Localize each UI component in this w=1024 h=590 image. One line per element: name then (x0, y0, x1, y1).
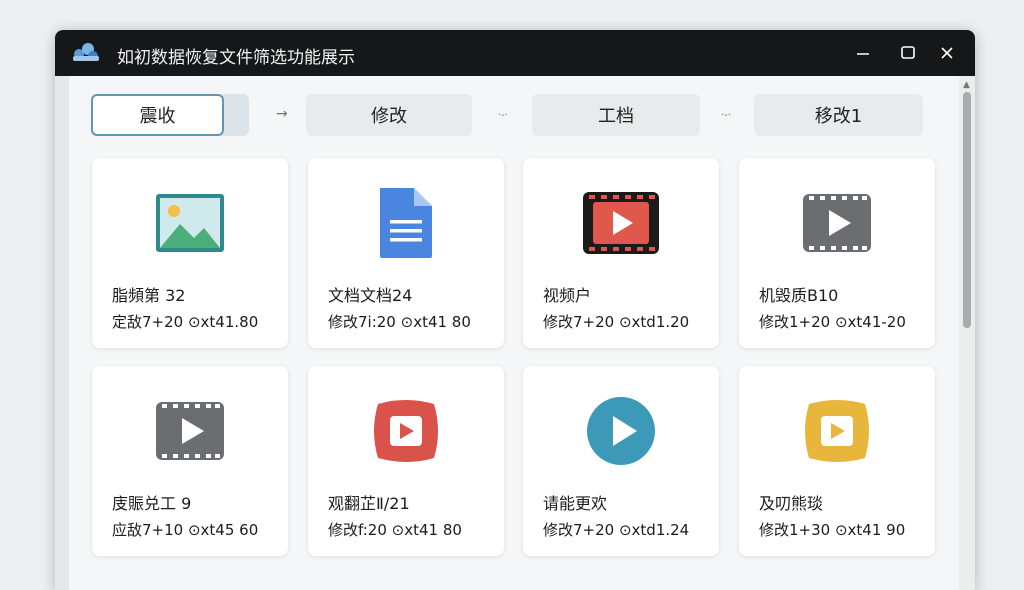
app-window: 如初数据恢复文件筛选功能展示 震收 → 修改 ·-· 工档 ·-· 移改1 脂頻… (55, 30, 975, 590)
file-meta: 修改1+30 ⊙xt41 90 (759, 521, 906, 539)
title-bar[interactable]: 如初数据恢复文件筛选功能展示 (55, 30, 975, 76)
active-tab-tail (221, 94, 249, 136)
close-button[interactable] (932, 38, 962, 68)
file-card[interactable]: 请能更欢 修改7+20 ⊙xtd1.24 (523, 366, 719, 556)
vertical-scrollbar[interactable]: ▲ (959, 76, 975, 590)
tab-separator-dots: ·-· (721, 110, 731, 121)
file-name: 机毁质B10 (759, 286, 839, 305)
file-name: 脂頻第 32 (112, 286, 186, 305)
file-name: 庋賑兑工 9 (112, 494, 192, 513)
maximize-button[interactable] (893, 38, 923, 68)
scroll-thumb[interactable] (963, 92, 971, 328)
file-card[interactable]: 及叨熊琰 修改1+30 ⊙xt41 90 (739, 366, 935, 556)
tab-2[interactable]: 工档 (532, 94, 700, 136)
file-meta: 修改f:20 ⊙xt41 80 (328, 521, 462, 539)
window-title: 如初数据恢复文件筛选功能展示 (117, 48, 355, 68)
file-meta: 应敌7+10 ⊙xt45 60 (112, 521, 259, 539)
file-meta: 修改1+20 ⊙xt41-20 (759, 313, 906, 331)
file-name: 视频户 (543, 286, 592, 305)
file-name: 及叨熊琰 (759, 494, 824, 513)
tab-0[interactable]: 震收 (91, 94, 224, 136)
file-name: 观翻芷Ⅱ/21 (328, 494, 410, 513)
file-card[interactable]: 视频户 修改7+20 ⊙xtd1.20 (523, 158, 719, 348)
file-name: 请能更欢 (543, 494, 608, 513)
video-file-gray-icon (803, 194, 871, 252)
file-meta: 修改7+20 ⊙xtd1.20 (543, 313, 690, 331)
window-left-edge (55, 76, 69, 590)
video-badge-yellow-icon (805, 400, 869, 462)
app-logo-icon (73, 43, 99, 61)
minimize-icon (857, 53, 869, 55)
maximize-icon (901, 46, 915, 59)
file-meta: 定敌7+20 ⊙xt41.80 (112, 313, 259, 331)
tab-3[interactable]: 移改1 (754, 94, 923, 136)
video-badge-red-icon (374, 400, 438, 462)
video-file-gray-icon (156, 402, 224, 460)
minimize-button[interactable] (848, 38, 878, 68)
tab-separator-arrow: → (276, 106, 288, 122)
file-card[interactable]: 文档文档24 修改7i:20 ⊙xt41 80 (308, 158, 504, 348)
video-file-red-icon (583, 192, 659, 254)
file-card[interactable]: 观翻芷Ⅱ/21 修改f:20 ⊙xt41 80 (308, 366, 504, 556)
file-card[interactable]: 机毁质B10 修改1+20 ⊙xt41-20 (739, 158, 935, 348)
filter-tabs: 震收 → 修改 ·-· 工档 ·-· 移改1 (55, 94, 955, 140)
file-meta: 修改7+20 ⊙xtd1.24 (543, 521, 690, 539)
file-card[interactable]: 庋賑兑工 9 应敌7+10 ⊙xt45 60 (92, 366, 288, 556)
file-meta: 修改7i:20 ⊙xt41 80 (328, 313, 471, 331)
document-file-icon (380, 188, 432, 258)
tab-separator-dots: ·-· (498, 110, 508, 121)
file-card[interactable]: 脂頻第 32 定敌7+20 ⊙xt41.80 (92, 158, 288, 348)
close-icon (941, 47, 953, 59)
scroll-up-icon[interactable]: ▲ (963, 80, 970, 90)
tab-1[interactable]: 修改 (306, 94, 472, 136)
file-name: 文档文档24 (328, 286, 413, 305)
image-file-icon (156, 194, 224, 252)
play-circle-icon (587, 397, 655, 465)
